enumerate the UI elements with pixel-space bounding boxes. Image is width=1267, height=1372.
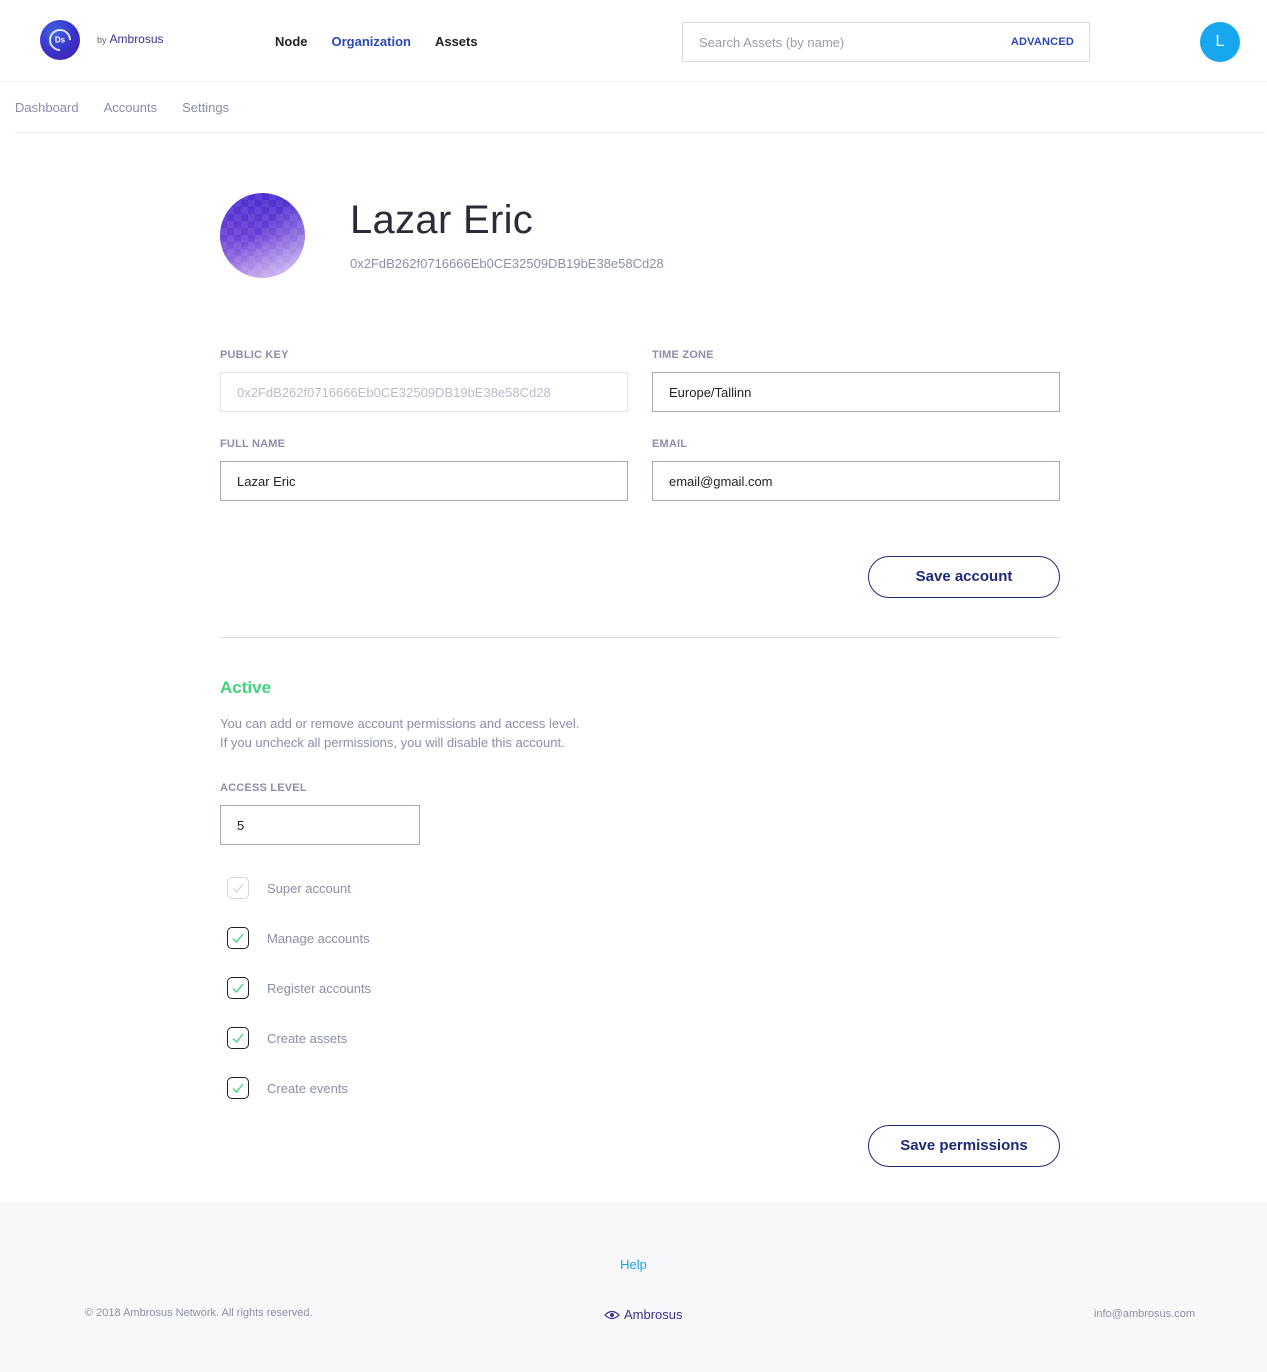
access-level-input[interactable] — [221, 806, 419, 844]
checkbox[interactable] — [227, 877, 249, 899]
email-label: EMAIL — [652, 438, 688, 450]
permission-label: Register accounts — [267, 980, 372, 996]
search-box: ADVANCED — [682, 22, 1090, 62]
check-icon — [232, 883, 244, 893]
checkbox[interactable] — [227, 977, 249, 999]
access-level-label: ACCESS LEVEL — [220, 782, 307, 794]
check-icon — [232, 933, 244, 943]
permission-label: Super account — [267, 880, 351, 896]
check-icon — [232, 1033, 244, 1043]
nav-organization[interactable]: Organization — [332, 34, 411, 49]
user-avatar[interactable]: L — [1200, 22, 1240, 62]
nav-node[interactable]: Node — [275, 34, 308, 49]
section-divider — [220, 637, 1060, 638]
check-icon — [232, 1083, 244, 1093]
check-icon — [232, 983, 244, 993]
checkbox[interactable] — [227, 1077, 249, 1099]
by-ambrosus-brand: by Ambrosus — [97, 32, 164, 46]
public-key-field — [220, 372, 628, 412]
permission-create-events[interactable]: Create events — [227, 1077, 348, 1099]
app-logo[interactable]: Ds — [40, 20, 80, 60]
subnav-dashboard[interactable]: Dashboard — [15, 100, 79, 115]
save-permissions-button[interactable]: Save permissions — [868, 1125, 1060, 1167]
nav-assets[interactable]: Assets — [435, 34, 478, 49]
permissions-desc-line2: If you uncheck all permissions, you will… — [220, 735, 565, 750]
time-zone-label: TIME ZONE — [652, 349, 714, 361]
permission-super-account[interactable]: Super account — [227, 877, 351, 899]
checkbox[interactable] — [227, 1027, 249, 1049]
profile-name: Lazar Eric — [350, 198, 534, 242]
footer-brand[interactable]: Ambrosus — [604, 1307, 683, 1322]
full-name-field — [220, 461, 628, 501]
help-link[interactable]: Help — [0, 1257, 1267, 1272]
email-field — [652, 461, 1060, 501]
copyright-text: © 2018 Ambrosus Network. All rights rese… — [85, 1307, 313, 1319]
account-status: Active — [220, 678, 272, 697]
permission-create-assets[interactable]: Create assets — [227, 1027, 347, 1049]
top-header: Ds byAmbrosus Node Organization Assets A… — [0, 0, 1267, 82]
checkbox[interactable] — [227, 927, 249, 949]
permission-label: Create events — [267, 1080, 348, 1096]
save-account-button[interactable]: Save account — [868, 556, 1060, 598]
search-input[interactable] — [683, 23, 1003, 61]
permission-manage-accounts[interactable]: Manage accounts — [227, 927, 370, 949]
permission-label: Manage accounts — [267, 930, 370, 946]
subnav-settings[interactable]: Settings — [182, 100, 229, 115]
subnav-divider — [15, 132, 1265, 133]
full-name-label: FULL NAME — [220, 438, 286, 450]
advanced-search-button[interactable]: ADVANCED — [1011, 36, 1074, 48]
sub-nav: Dashboard Accounts Settings — [15, 100, 229, 115]
access-level-field — [220, 805, 420, 845]
full-name-input[interactable] — [221, 462, 627, 500]
footer-email-link[interactable]: info@ambrosus.com — [1094, 1308, 1195, 1320]
logo-text: Ds — [54, 35, 66, 45]
by-label: by — [97, 35, 107, 45]
email-input[interactable] — [653, 462, 1059, 500]
subnav-accounts[interactable]: Accounts — [104, 100, 157, 115]
eye-logo-icon — [604, 1310, 620, 1319]
brand-name: Ambrosus — [109, 32, 164, 46]
permissions-desc-line1: You can add or remove account permission… — [220, 716, 580, 731]
permission-label: Create assets — [267, 1030, 348, 1046]
main-nav: Node Organization Assets — [275, 34, 478, 49]
profile-address: 0x2FdB262f0716666Eb0CE32509DB19bE38e58Cd… — [350, 256, 664, 271]
public-key-input — [221, 373, 627, 411]
time-zone-input[interactable] — [653, 373, 1059, 411]
profile-avatar — [220, 193, 305, 278]
permissions-description: You can add or remove account permission… — [220, 714, 579, 752]
time-zone-field — [652, 372, 1060, 412]
permission-register-accounts[interactable]: Register accounts — [227, 977, 371, 999]
footer-brand-name: Ambrosus — [624, 1307, 683, 1322]
public-key-label: PUBLIC KEY — [220, 349, 289, 361]
footer: Help © 2018 Ambrosus Network. All rights… — [0, 1202, 1267, 1372]
